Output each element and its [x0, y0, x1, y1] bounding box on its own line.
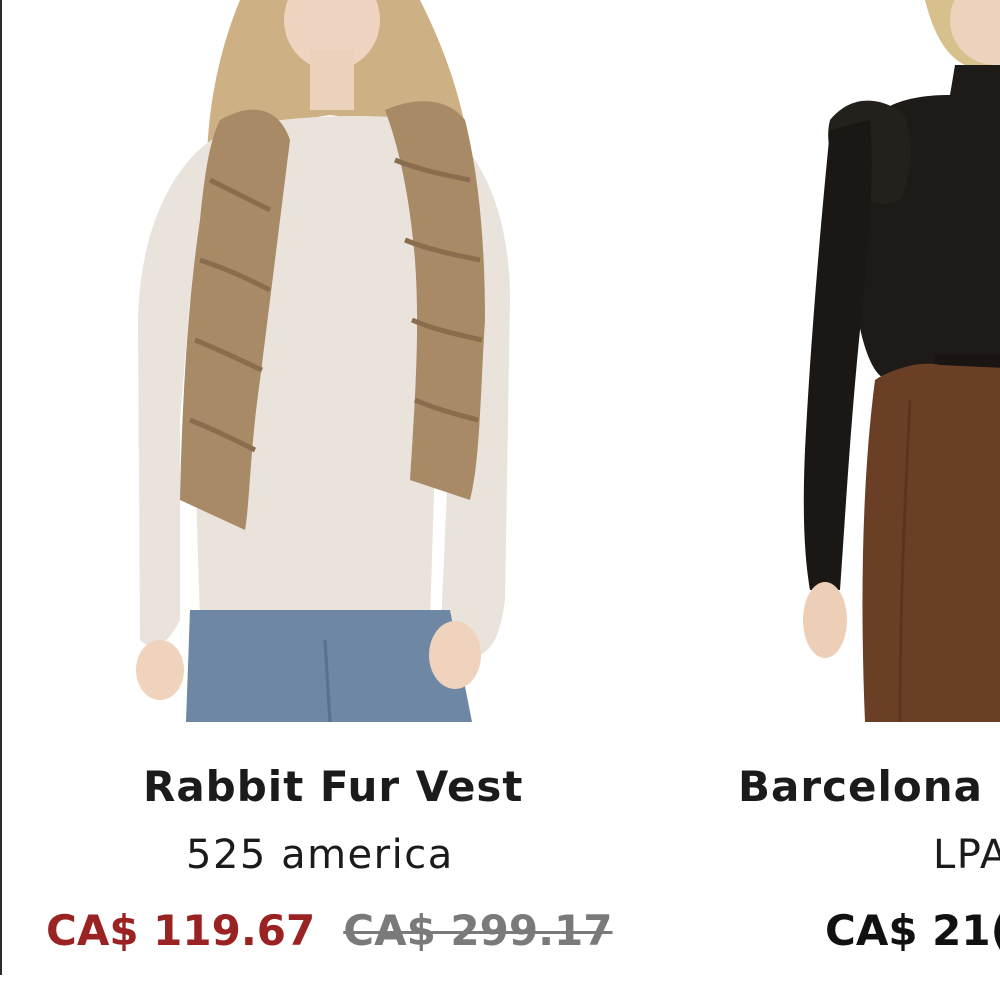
model-photo-fur-vest	[136, 0, 510, 722]
price-row: CA$ 21(	[825, 906, 1000, 955]
original-price: CA$ 299.17	[343, 906, 613, 955]
model-photo-turtleneck-trousers	[803, 0, 1000, 722]
product-grid: Rabbit Fur Vest 525 america CA$ 119.67 CA…	[0, 0, 1000, 1000]
brand-name[interactable]: LPA	[933, 832, 1000, 878]
price-row: CA$ 119.67 CA$ 299.17	[46, 906, 613, 955]
brand-name[interactable]: 525 america	[186, 832, 454, 878]
product-image[interactable]	[750, 0, 1000, 722]
product-card[interactable]: Rabbit Fur Vest 525 america CA$ 119.67 CA…	[0, 0, 690, 1000]
product-name[interactable]: Barcelona	[738, 762, 983, 811]
price: CA$ 21(	[825, 906, 1000, 955]
product-name[interactable]: Rabbit Fur Vest	[143, 762, 524, 811]
product-image[interactable]	[120, 0, 540, 722]
sale-price: CA$ 119.67	[46, 906, 316, 955]
product-card[interactable]: Barcelona LPA CA$ 21(	[690, 0, 1000, 1000]
